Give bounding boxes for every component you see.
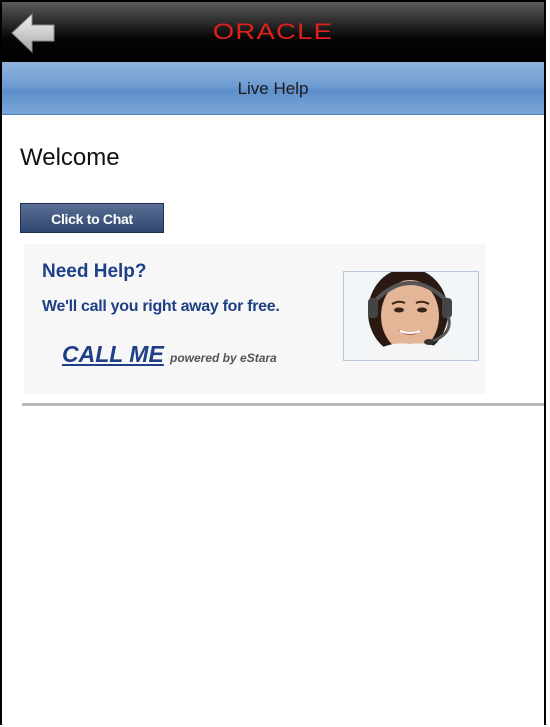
- title-bar: Live Help: [2, 62, 544, 115]
- click-to-chat-button[interactable]: Click to Chat: [20, 203, 164, 233]
- support-agent-headset-icon: [344, 272, 478, 360]
- powered-by-label: powered by eStara: [170, 351, 277, 365]
- call-me-widget: Need Help? We'll call you right away for…: [24, 244, 486, 394]
- welcome-heading: Welcome: [20, 144, 120, 171]
- top-bar: ORACLE: [2, 2, 544, 62]
- help-title: Need Help?: [42, 261, 147, 282]
- page-title: Live Help: [237, 79, 309, 98]
- section-divider: [22, 403, 544, 406]
- help-subtitle: We'll call you right away for free.: [42, 298, 280, 315]
- call-me-link[interactable]: CALL ME: [62, 341, 164, 368]
- support-agent-photo: [343, 271, 479, 361]
- app-frame: ORACLE Live Help Welcome Click to Chat N…: [0, 0, 546, 725]
- oracle-logo: ORACLE: [212, 19, 334, 44]
